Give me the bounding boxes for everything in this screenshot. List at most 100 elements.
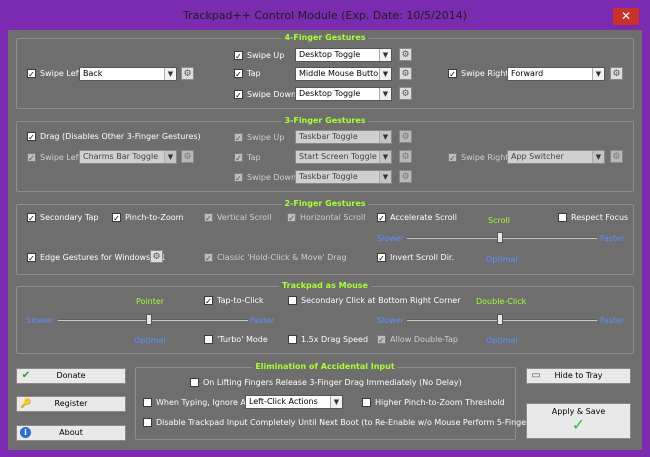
respect-focus-label: Respect Focus	[571, 213, 629, 222]
chevron-down-icon: ▼	[379, 88, 391, 100]
gear-icon[interactable]: ⚙	[399, 150, 412, 163]
three-drag-label: Drag (Disables Other 3-Finger Gestures)	[40, 132, 201, 141]
double-click-faster-label: Faster	[600, 316, 625, 325]
pointer-slider-thumb[interactable]	[146, 314, 152, 325]
three-tap-checkbox[interactable]: ✓	[234, 153, 243, 163]
respect-focus-checkbox[interactable]	[558, 213, 567, 222]
four-swipe-right-select[interactable]: Forward ▼	[507, 67, 605, 81]
secondary-tap-checkbox[interactable]: ✓	[27, 213, 36, 223]
key-icon: 🔑	[20, 399, 32, 409]
classic-drag-checkbox[interactable]: ✓	[204, 253, 213, 263]
about-button[interactable]: i About	[16, 425, 126, 441]
gear-icon[interactable]: ⚙	[399, 170, 412, 183]
gear-icon[interactable]: ⚙	[399, 48, 412, 61]
turbo-mode-checkbox[interactable]	[204, 335, 213, 344]
chevron-down-icon: ▼	[379, 68, 391, 80]
donate-button[interactable]: ✔ Donate	[16, 368, 126, 384]
pinch-to-zoom-label: Pinch-to-Zoom	[125, 213, 184, 222]
drag-speed-label: 1.5x Drag Speed	[301, 335, 369, 344]
check-icon: ✓	[571, 415, 586, 434]
four-swipe-up-checkbox[interactable]: ✓	[234, 51, 243, 61]
vertical-scroll-checkbox[interactable]: ✓	[204, 213, 213, 223]
secondary-tap-label: Secondary Tap	[40, 213, 99, 222]
pointer-slider-track[interactable]	[58, 319, 248, 321]
four-swipe-down-label: Swipe Down	[247, 90, 297, 99]
chevron-down-icon: ▼	[330, 396, 342, 408]
pointer-optimal-label: Optimal	[134, 336, 166, 345]
when-typing-checkbox[interactable]	[143, 398, 152, 407]
four-swipe-down-checkbox[interactable]: ✓	[234, 90, 243, 100]
four-tap-checkbox[interactable]: ✓	[234, 69, 243, 79]
four-tap-select[interactable]: Middle Mouse Button ▼	[295, 67, 392, 81]
register-button[interactable]: 🔑 Register	[16, 396, 126, 412]
lifting-fingers-label: On Lifting Fingers Release 3-Finger Drag…	[203, 378, 462, 387]
higher-pinch-checkbox[interactable]	[362, 398, 371, 407]
scroll-optimal-label: Optimal	[486, 255, 518, 264]
gear-icon[interactable]: ⚙	[399, 67, 412, 80]
drag-speed-checkbox[interactable]	[288, 335, 297, 344]
scroll-slower-label: Slower	[377, 234, 404, 243]
about-label: About	[59, 428, 83, 437]
hide-to-tray-label: Hide to Tray	[554, 371, 603, 380]
gear-icon[interactable]: ⚙	[181, 67, 194, 80]
three-drag-checkbox[interactable]: ✓	[27, 132, 36, 142]
allow-double-tap-checkbox[interactable]: ✓	[377, 335, 386, 345]
lifting-fingers-checkbox[interactable]	[190, 378, 199, 387]
three-swipe-up-select[interactable]: Taskbar Toggle ▼	[295, 130, 392, 144]
three-swipe-up-checkbox[interactable]: ✓	[234, 133, 243, 143]
gear-icon[interactable]: ⚙	[610, 150, 623, 163]
horizontal-scroll-label: Horizontal Scroll	[300, 213, 366, 222]
edge-gestures-checkbox[interactable]: ✓	[27, 253, 36, 263]
four-swipe-up-select[interactable]: Desktop Toggle ▼	[295, 48, 392, 62]
invert-scroll-checkbox[interactable]: ✓	[377, 253, 386, 263]
three-swipe-right-label: Swipe Right	[461, 153, 509, 162]
horizontal-scroll-checkbox[interactable]: ✓	[287, 213, 296, 223]
chevron-down-icon: ▼	[379, 171, 391, 183]
three-swipe-down-select[interactable]: Taskbar Toggle ▼	[295, 170, 392, 184]
gear-icon[interactable]: ⚙	[150, 250, 163, 263]
pointer-slider-label: Pointer	[136, 297, 165, 306]
scroll-slider-thumb[interactable]	[497, 232, 503, 243]
register-label: Register	[54, 399, 88, 408]
gear-icon[interactable]: ⚙	[399, 130, 412, 143]
chevron-down-icon: ▼	[592, 151, 604, 163]
four-swipe-left-select[interactable]: Back ▼	[79, 67, 177, 81]
pinch-to-zoom-checkbox[interactable]: ✓	[112, 213, 121, 223]
accidental-title: Elimination of Accidental Input	[252, 362, 398, 371]
three-swipe-right-checkbox[interactable]: ✓	[448, 153, 457, 163]
accelerate-scroll-checkbox[interactable]: ✓	[377, 213, 386, 223]
gear-icon[interactable]: ⚙	[181, 150, 194, 163]
chevron-down-icon: ▼	[164, 151, 176, 163]
four-swipe-down-select[interactable]: Desktop Toggle ▼	[295, 87, 392, 101]
info-icon: i	[20, 427, 31, 438]
double-click-slider-thumb[interactable]	[497, 314, 503, 325]
four-swipe-left-checkbox[interactable]: ✓	[27, 69, 36, 79]
pointer-slower-label: Slower	[26, 316, 53, 325]
scroll-slider-label: Scroll	[488, 216, 510, 225]
three-tap-select[interactable]: Start Screen Toggle ▼	[295, 150, 392, 164]
gear-icon[interactable]: ⚙	[610, 67, 623, 80]
tap-to-click-checkbox[interactable]: ✓	[204, 296, 213, 306]
accelerate-scroll-label: Accelerate Scroll	[390, 213, 457, 222]
three-swipe-down-checkbox[interactable]: ✓	[234, 173, 243, 183]
classic-drag-label: Classic 'Hold-Click & Move' Drag	[217, 253, 347, 262]
tray-icon: ▭	[531, 370, 541, 381]
disable-input-checkbox[interactable]	[143, 418, 152, 427]
window-title: Trackpad++ Control Module (Exp. Date: 10…	[182, 9, 468, 22]
four-swipe-right-checkbox[interactable]: ✓	[448, 69, 457, 79]
pointer-faster-label: Faster	[250, 316, 275, 325]
three-swipe-right-select[interactable]: App Switcher ▼	[507, 150, 605, 164]
three-swipe-down-label: Swipe Down	[247, 173, 297, 182]
apply-save-button[interactable]: Apply & Save ✓	[526, 403, 631, 439]
three-finger-title: 3-Finger Gestures	[281, 116, 369, 125]
three-swipe-left-select[interactable]: Charms Bar Toggle ▼	[79, 150, 177, 164]
typing-ignore-select[interactable]: Left-Click Actions ▼	[245, 395, 343, 409]
four-swipe-right-label: Swipe Right	[461, 69, 509, 78]
three-swipe-left-checkbox[interactable]: ✓	[27, 153, 36, 163]
gear-icon[interactable]: ⚙	[399, 87, 412, 100]
close-button[interactable]: ✕	[613, 8, 639, 25]
secondary-click-checkbox[interactable]	[288, 296, 297, 305]
hide-to-tray-button[interactable]: ▭ Hide to Tray	[526, 368, 631, 384]
disable-input-label: Disable Trackpad Input Completely Until …	[156, 418, 555, 427]
donate-label: Donate	[56, 371, 86, 380]
